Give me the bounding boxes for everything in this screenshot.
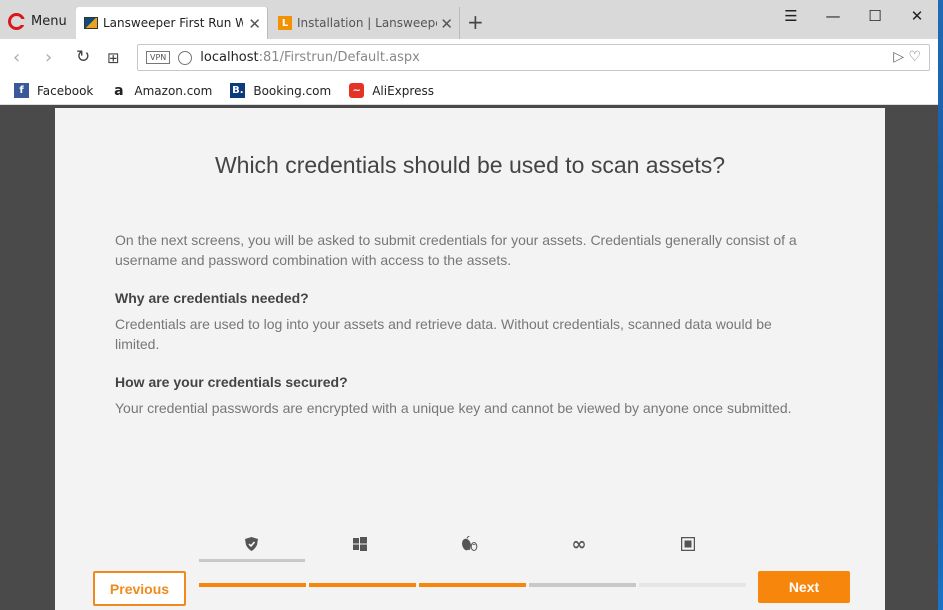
wizard-content: On the next screens, you will be asked t… bbox=[115, 230, 815, 418]
section-heading: How are your credentials secured? bbox=[115, 374, 348, 390]
page-title: Which credentials should be used to scan… bbox=[214, 152, 726, 178]
bookmark-label: AliExpress bbox=[372, 83, 434, 98]
section-heading: Why are credentials needed? bbox=[115, 290, 309, 306]
opera-menu-button[interactable]: Menu bbox=[8, 8, 67, 34]
lansweeper-favicon-icon bbox=[84, 17, 98, 29]
url-host: localhost bbox=[200, 50, 259, 65]
window-controls: ☰ — ☐ ✕ bbox=[770, 0, 938, 32]
new-tab-plus-icon[interactable]: + bbox=[467, 10, 484, 34]
close-tab-icon[interactable]: ✕ bbox=[440, 15, 453, 33]
tab-title: Installation | Lansweeper I bbox=[297, 16, 437, 30]
section-body: Your credential passwords are encrypted … bbox=[115, 400, 792, 416]
address-bar-row: ‹ › ↻ ⊞ VPN localhost:81/Firstrun/Defaul… bbox=[0, 39, 938, 77]
bookmark-amazon[interactable]: a Amazon.com bbox=[111, 82, 213, 99]
lansweeper-l-favicon-icon: L bbox=[278, 16, 292, 30]
url-path: :81/Firstrun/Default.aspx bbox=[258, 50, 420, 65]
tab-menu-icon[interactable]: ☰ bbox=[770, 0, 812, 32]
reload-icon[interactable]: ↻ bbox=[76, 47, 90, 67]
forward-arrow-icon[interactable]: › bbox=[45, 47, 52, 68]
previous-button[interactable]: Previous bbox=[93, 571, 186, 606]
vpn-badge[interactable]: VPN bbox=[146, 51, 171, 64]
tab-title: Lansweeper First Run Wiza bbox=[103, 16, 243, 30]
progress-segment bbox=[529, 583, 636, 587]
desktop-background bbox=[938, 0, 943, 610]
tab-lansweeper-first-run[interactable]: Lansweeper First Run Wiza ✕ bbox=[76, 7, 268, 39]
wizard-card: Which credentials should be used to scan… bbox=[55, 108, 885, 610]
back-arrow-icon[interactable]: ‹ bbox=[13, 47, 20, 68]
progress-bar bbox=[199, 583, 747, 587]
browser-tab-bar: Menu Lansweeper First Run Wiza ✕ L Insta… bbox=[0, 0, 938, 39]
infinity-icon[interactable]: ∞ bbox=[569, 534, 589, 555]
close-tab-icon[interactable]: ✕ bbox=[248, 15, 261, 33]
booking-icon: B. bbox=[230, 83, 246, 98]
minimize-icon[interactable]: — bbox=[812, 0, 854, 32]
bookmark-label: Booking.com bbox=[253, 83, 332, 98]
step-indicator: ∞ bbox=[198, 534, 746, 558]
windows-icon[interactable] bbox=[350, 534, 370, 554]
bookmark-facebook[interactable]: f Facebook bbox=[14, 83, 93, 98]
aliexpress-icon: ~ bbox=[349, 83, 365, 98]
bookmark-booking[interactable]: B. Booking.com bbox=[230, 83, 331, 98]
speed-dial-grid-icon[interactable]: ⊞ bbox=[107, 49, 120, 67]
bookmark-label: Facebook bbox=[37, 83, 94, 98]
globe-icon bbox=[178, 50, 193, 65]
progress-segment bbox=[199, 583, 306, 587]
shield-icon[interactable] bbox=[241, 534, 261, 554]
bookmark-aliexpress[interactable]: ~ AliExpress bbox=[349, 83, 434, 98]
facebook-icon: f bbox=[14, 83, 29, 98]
maximize-icon[interactable]: ☐ bbox=[854, 0, 896, 32]
bookmarks-bar: f Facebook a Amazon.com B. Booking.com ~… bbox=[0, 77, 938, 105]
active-step-underline bbox=[199, 559, 305, 562]
progress-segment bbox=[309, 583, 416, 587]
progress-segment bbox=[419, 583, 526, 587]
bookmark-heart-icon[interactable]: ♡ bbox=[908, 49, 921, 65]
apple-linux-icon[interactable] bbox=[460, 534, 480, 554]
bookmark-label: Amazon.com bbox=[134, 83, 213, 98]
send-icon[interactable]: ▷ bbox=[893, 49, 904, 65]
section-body: Credentials are used to log into your as… bbox=[115, 316, 772, 352]
next-button[interactable]: Next bbox=[758, 571, 850, 603]
amazon-icon: a bbox=[114, 82, 124, 99]
opera-logo-icon bbox=[8, 12, 27, 30]
tab-installation-lansweeper[interactable]: L Installation | Lansweeper I ✕ bbox=[270, 7, 460, 39]
intro-text: On the next screens, you will be asked t… bbox=[115, 232, 797, 268]
square-icon[interactable] bbox=[678, 534, 698, 554]
menu-label: Menu bbox=[31, 13, 67, 29]
progress-segment bbox=[639, 583, 746, 587]
close-window-icon[interactable]: ✕ bbox=[896, 0, 938, 32]
url-actions: ▷ ♡ bbox=[893, 49, 921, 65]
url-field[interactable]: VPN localhost:81/Firstrun/Default.aspx ▷… bbox=[137, 44, 930, 71]
